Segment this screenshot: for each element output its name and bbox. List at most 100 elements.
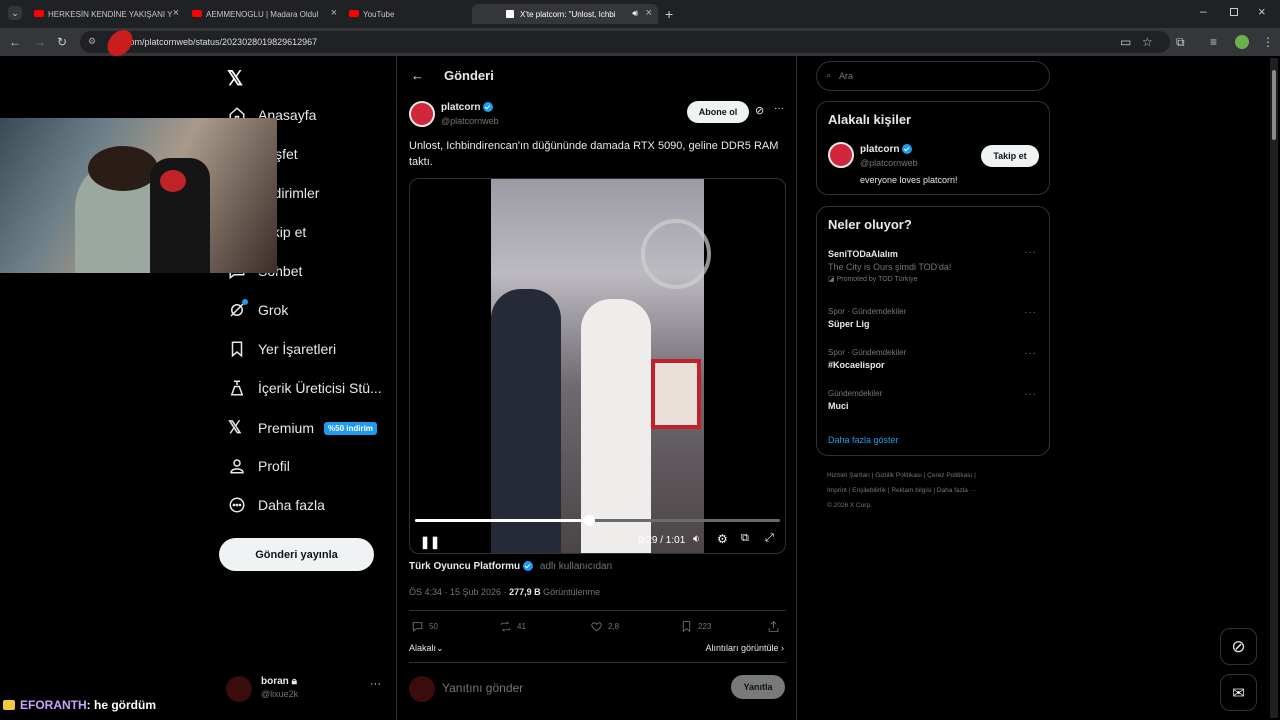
subscribe-button[interactable]: Abone ol <box>687 101 749 123</box>
reply-avatar <box>409 676 435 702</box>
post-meta: ÖS 4:34 · 15 Şub 2026 · 277,9 B Görüntül… <box>409 587 600 597</box>
video-progress-track[interactable] <box>415 515 780 526</box>
sidebar-item-grok[interactable]: Grok <box>228 299 288 319</box>
search-input[interactable]: ⌕ Ara <box>816 61 1050 91</box>
post-header: ← Gönderi <box>411 68 494 83</box>
related-bio: everyone loves platcorn! <box>860 175 958 185</box>
divider <box>409 662 786 663</box>
site-info-icon[interactable]: ⚙ <box>88 36 96 47</box>
back-arrow-icon[interactable]: ← <box>411 68 424 83</box>
sidebar-item-bookmarks[interactable]: Yer İşaretleri <box>228 340 336 358</box>
profile-avatar[interactable] <box>1235 35 1249 49</box>
grok-explain-icon[interactable]: ⊘ <box>755 104 764 117</box>
related-name[interactable]: platcorn <box>860 144 913 155</box>
pause-icon[interactable]: ❚❚ <box>420 535 440 549</box>
sidebar-item-more[interactable]: Daha fazla <box>228 496 325 514</box>
trend-desc: The City is Ours şimdi TOD'da! <box>828 262 952 272</box>
attribution-name[interactable]: Türk Oyuncu Platformu <box>409 561 520 572</box>
sidebar-item-profile[interactable]: Profil <box>228 457 290 475</box>
trend-item[interactable]: Spor · Gündemdekiler Süper Lig <box>828 307 906 329</box>
video-progress-fill <box>415 519 590 522</box>
account-switcher[interactable]: boran 🔒︎ @lixue2k ··· <box>226 674 386 706</box>
trend-more-icon[interactable]: ··· <box>1024 307 1037 318</box>
trend-item[interactable]: SeniTODaAlalım The City is Ours şimdi TO… <box>828 249 951 283</box>
reply-icon <box>412 622 423 632</box>
back-icon[interactable]: ← <box>9 35 21 49</box>
browser-tab-strip: ⌄ HERKESİN KENDİNE YAKIŞANI Y × AEMMENOGL… <box>0 0 1280 28</box>
author-avatar[interactable] <box>409 101 435 127</box>
address-bar[interactable]: ⚙ x.com/platcornweb/status/2023028019829… <box>80 31 1170 53</box>
grok-fab[interactable]: ⊘ <box>1220 628 1257 665</box>
cast-icon[interactable]: ▭ <box>1120 35 1131 49</box>
reload-icon[interactable]: ↻ <box>57 35 67 49</box>
close-window-icon[interactable]: × <box>1258 4 1266 19</box>
reply-action[interactable]: 50 <box>411 620 438 633</box>
trend-more-icon[interactable]: ··· <box>1024 348 1037 359</box>
trend-name: Süper Lig <box>828 319 870 329</box>
youtube-icon <box>349 10 359 17</box>
scrollbar-thumb[interactable] <box>1272 70 1276 140</box>
share-action[interactable] <box>767 620 785 633</box>
browser-tab-active[interactable]: X'te platcorn: "Unlost, Ichbi 🔊︎ × <box>472 4 658 24</box>
view-label: Görüntülenme <box>540 587 601 597</box>
extensions-icon[interactable]: ⧉ <box>1176 35 1185 50</box>
follow-button[interactable]: Takip et <box>981 145 1039 167</box>
x-logo-icon[interactable]: 𝕏 <box>227 66 243 91</box>
restore-icon[interactable] <box>1230 8 1238 16</box>
divider <box>409 610 786 611</box>
page-title: Gönderi <box>444 68 494 83</box>
video-frame <box>491 179 711 553</box>
sidebar-item-creator-studio[interactable]: İçerik Üreticisi Stü... <box>228 379 382 397</box>
youtube-icon <box>34 10 44 17</box>
search-icon: ⌕ <box>826 70 832 80</box>
video-person-groom <box>491 289 561 553</box>
verified-badge-icon <box>902 144 913 155</box>
video-player[interactable]: ❚❚ 0:29 / 1:01 🔉︎ ⚙ ⧉ ⤢ <box>409 178 786 554</box>
like-action[interactable]: 2,8 <box>590 620 619 633</box>
bookmark-star-icon[interactable]: ☆ <box>1142 35 1153 49</box>
account-handle: @lixue2k <box>261 689 299 699</box>
account-name: boran 🔒︎ <box>261 676 297 687</box>
author-name[interactable]: platcorn <box>441 102 494 113</box>
view-quotes-link[interactable]: Alıntıları görüntüle › <box>705 643 784 653</box>
menu-icon[interactable]: ⋮ <box>1262 35 1274 49</box>
post-more-icon[interactable]: ··· <box>774 103 784 114</box>
page-scrollbar[interactable] <box>1270 58 1278 718</box>
show-more-link[interactable]: Daha fazla göster <box>828 435 899 445</box>
verified-badge-icon <box>483 102 494 113</box>
reply-input[interactable]: Yanıtını gönder <box>442 681 523 695</box>
post-button[interactable]: Gönderi yayınla <box>219 538 374 571</box>
account-more-icon[interactable]: ··· <box>370 678 381 690</box>
trend-item[interactable]: Spor · Gündemdekiler #Kocaelispor <box>828 348 906 370</box>
media-icon[interactable]: ≡ <box>1210 35 1217 49</box>
speaker-icon[interactable]: 🔊︎ <box>632 8 638 19</box>
promoted-icon: ◪ <box>828 276 837 283</box>
fullscreen-icon[interactable]: ⤢ <box>765 532 774 545</box>
repost-action[interactable]: 41 <box>499 620 526 633</box>
trend-more-icon[interactable]: ··· <box>1024 247 1037 258</box>
post-timestamp[interactable]: ÖS 4:34 · 15 Şub 2026 · <box>409 587 509 597</box>
footer-line[interactable]: Hizmet Şartları | Gizlilik Politikası | … <box>827 468 1042 483</box>
minimize-icon[interactable]: – <box>1200 4 1207 18</box>
footer-copyright: © 2026 X Corp. <box>827 502 872 509</box>
volume-icon[interactable]: 🔉︎ <box>693 533 700 546</box>
verified-badge-icon <box>523 561 534 572</box>
video-wall-logo <box>641 219 711 289</box>
sidebar-item-premium[interactable]: 𝕏 Premium %50 indirim <box>228 418 377 438</box>
bookmark-action[interactable]: 223 <box>680 620 711 633</box>
footer-line[interactable]: Imprint | Erişilebilirlik | Reklam bilgi… <box>827 483 1042 498</box>
forward-icon[interactable]: → <box>34 35 46 49</box>
close-tab-icon[interactable]: × <box>646 7 652 19</box>
chat-overlay: EFORANTH : he gördüm <box>3 698 156 712</box>
heart-icon <box>591 622 602 632</box>
messages-fab[interactable]: ✉ <box>1220 674 1257 711</box>
relevance-sort[interactable]: Alakalı⌄ <box>409 643 444 654</box>
trend-more-icon[interactable]: ··· <box>1024 389 1037 400</box>
trend-item[interactable]: Gündemdekiler Muci <box>828 389 882 411</box>
card-title: Neler oluyor? <box>828 217 912 232</box>
settings-icon[interactable]: ⚙ <box>717 532 728 546</box>
pip-icon[interactable]: ⧉ <box>741 532 749 545</box>
reply-button[interactable]: Yanıtla <box>731 675 785 699</box>
related-avatar[interactable] <box>828 142 854 168</box>
new-tab-button[interactable]: + <box>665 6 673 22</box>
